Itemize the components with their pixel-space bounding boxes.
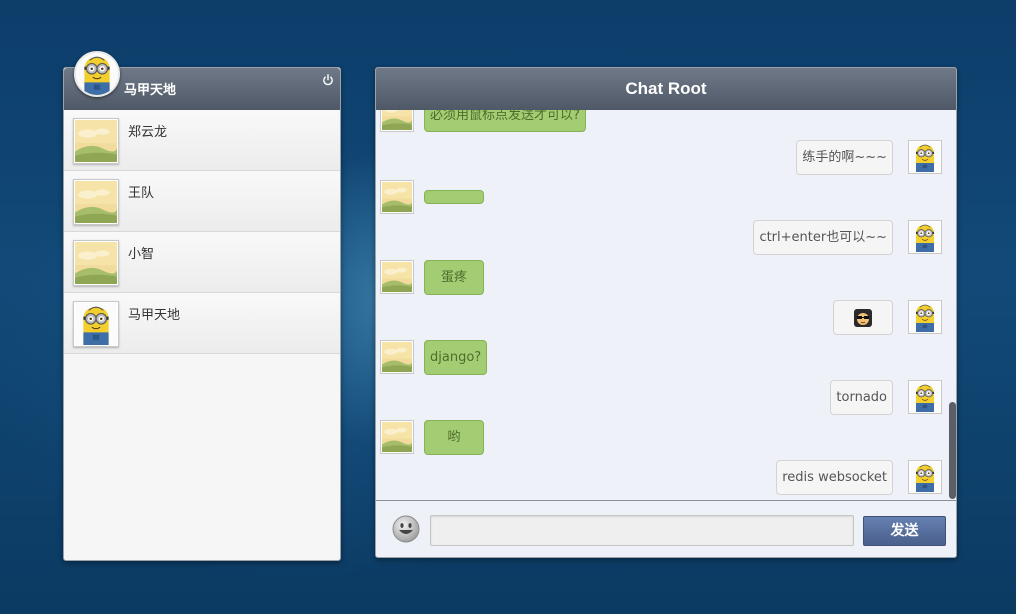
smiley-icon[interactable] <box>392 515 420 543</box>
contact-name: 小智 <box>128 247 155 262</box>
current-user-avatar[interactable] <box>74 51 120 97</box>
contact-item[interactable]: 郑云龙 <box>64 110 340 171</box>
sender-avatar <box>380 340 414 374</box>
send-button[interactable]: 发送 <box>863 516 946 546</box>
contact-item[interactable]: 马甲天地 <box>64 293 340 354</box>
message-row: 必须用鼠标点发送才可以? <box>376 110 948 138</box>
message-row: ctrl+enter也可以~~ <box>376 220 948 260</box>
contact-name: 郑云龙 <box>128 125 168 140</box>
contacts-panel: 马甲天地 郑云龙 王队 小智 马甲天地 <box>63 51 341 561</box>
sender-avatar <box>380 110 414 132</box>
composer: 发送 <box>376 500 956 557</box>
contact-name: 马甲天地 <box>128 308 181 323</box>
scrollbar-thumb[interactable] <box>949 402 956 499</box>
power-icon[interactable] <box>322 74 334 86</box>
contact-item[interactable]: 小智 <box>64 232 340 293</box>
contact-name: 王队 <box>128 186 155 201</box>
message-bubble: 必须用鼠标点发送才可以? <box>424 110 586 132</box>
contact-avatar <box>73 118 119 164</box>
contact-avatar <box>73 301 119 347</box>
message-input[interactable] <box>430 515 854 546</box>
message-row: tornado <box>376 380 948 420</box>
sender-avatar <box>380 420 414 454</box>
sender-avatar <box>908 380 942 414</box>
message-list: 必须用鼠标点发送才可以? 练手的啊~~~ ctrl+enter也可以~~ 蛋疼 <box>376 110 956 500</box>
message-bubble: ctrl+enter也可以~~ <box>753 220 893 255</box>
message-bubble <box>424 190 484 204</box>
chat-title: Chat Root <box>376 68 956 110</box>
contacts-header: 马甲天地 <box>64 51 340 110</box>
sender-avatar <box>908 300 942 334</box>
message-row: redis websocket <box>376 460 948 500</box>
message-bubble: 哟 <box>424 420 484 455</box>
message-bubble: tornado <box>830 380 893 415</box>
message-bubble: django? <box>424 340 488 375</box>
sender-avatar <box>908 460 942 494</box>
message-bubble: redis websocket <box>776 460 893 495</box>
sender-avatar <box>908 220 942 254</box>
message-row: 蛋疼 <box>376 260 948 300</box>
contact-item[interactable]: 王队 <box>64 171 340 232</box>
message-row: 哟 <box>376 420 948 460</box>
message-row: 练手的啊~~~ <box>376 140 948 180</box>
sender-avatar <box>908 140 942 174</box>
message-bubble: 练手的啊~~~ <box>796 140 893 175</box>
contact-avatar <box>73 240 119 286</box>
sender-avatar <box>380 260 414 294</box>
chat-panel: Chat Root 必须用鼠标点发送才可以? 练手的啊~~~ ctrl+ente… <box>375 67 957 558</box>
message-row: django? <box>376 340 948 380</box>
message-row <box>376 300 948 340</box>
message-scrollbar[interactable] <box>948 110 956 500</box>
sender-avatar <box>380 180 414 214</box>
glasses-face-emoji-icon <box>853 308 873 327</box>
contact-list: 郑云龙 王队 小智 马甲天地 <box>64 110 340 354</box>
message-bubble: 蛋疼 <box>424 260 484 295</box>
current-user-name: 马甲天地 <box>124 83 177 98</box>
message-bubble <box>833 300 893 335</box>
contact-avatar <box>73 179 119 225</box>
message-row <box>376 180 948 220</box>
